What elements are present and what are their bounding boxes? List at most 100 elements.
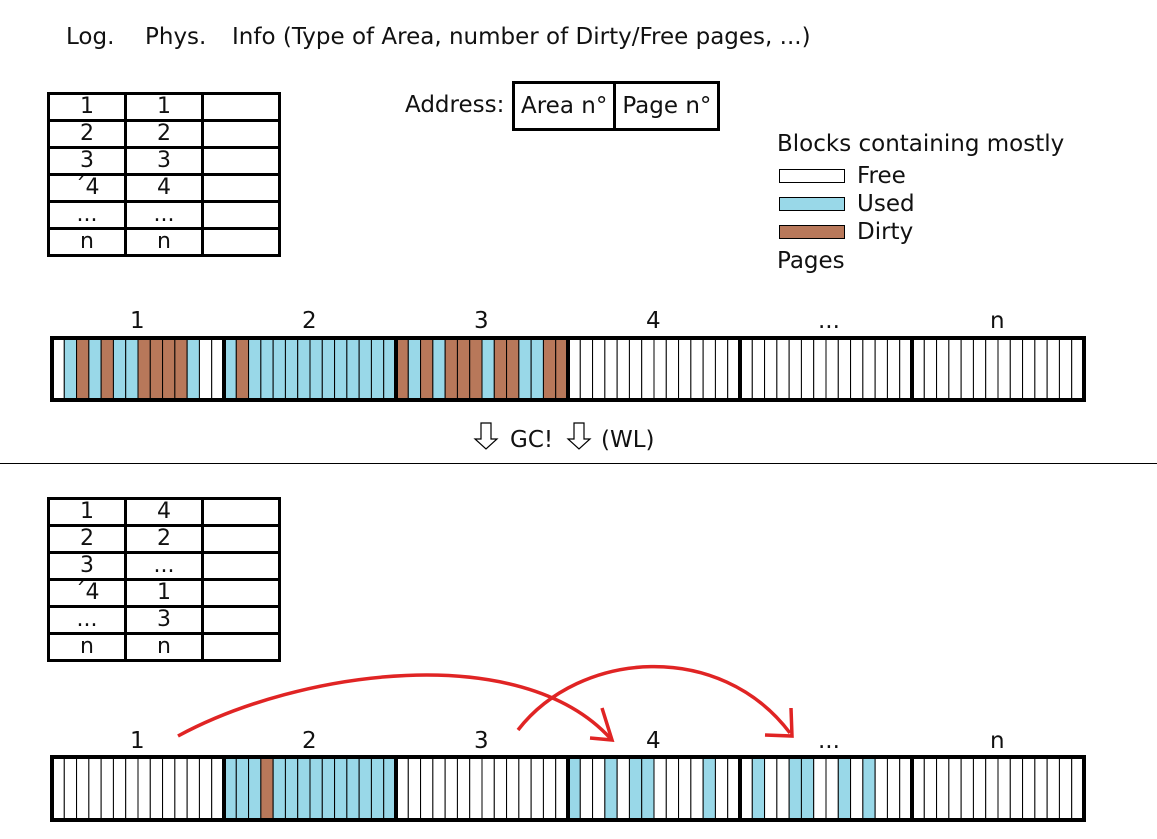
free-page (76, 756, 90, 821)
free-page (137, 756, 151, 821)
free-page (1034, 337, 1048, 401)
dirty-page (506, 337, 520, 401)
free-page (948, 337, 962, 401)
free-page (432, 756, 446, 821)
free-page (972, 756, 987, 821)
free-page (469, 756, 483, 821)
free-page (690, 756, 704, 821)
free-page (886, 756, 901, 821)
flash-block (222, 755, 398, 822)
free-page (420, 756, 434, 821)
used-page (358, 337, 372, 401)
used-page (63, 337, 78, 401)
free-page (850, 337, 864, 401)
used-page (88, 337, 102, 401)
free-page (850, 756, 864, 821)
free-page (641, 337, 655, 401)
free-page (690, 337, 704, 401)
free-page (1009, 756, 1024, 821)
dirty-page (444, 337, 458, 401)
free-page (1046, 756, 1060, 821)
free-page (936, 337, 950, 401)
flash-blocks (50, 336, 1086, 822)
used-page (862, 756, 876, 821)
free-page (653, 337, 667, 401)
free-page (886, 337, 901, 401)
free-page (518, 756, 532, 821)
free-page (874, 756, 888, 821)
used-page (235, 756, 250, 821)
free-page (186, 756, 200, 821)
free-page (862, 337, 876, 401)
free-page (764, 756, 778, 821)
flash-block (50, 755, 226, 822)
used-page (272, 337, 286, 401)
used-page (260, 337, 274, 401)
used-page (248, 337, 262, 401)
used-page (125, 337, 139, 401)
free-page (825, 756, 839, 821)
free-page (678, 756, 692, 821)
dirty-page (174, 337, 188, 401)
used-page (837, 756, 852, 821)
flash-block (394, 336, 570, 402)
used-page (334, 337, 348, 401)
free-page (923, 756, 938, 821)
free-page (936, 756, 950, 821)
used-page (518, 337, 532, 401)
free-page (198, 337, 213, 401)
dirty-page (420, 337, 434, 401)
used-page (641, 756, 655, 821)
used-page (370, 756, 385, 821)
free-page (800, 337, 815, 401)
used-page (788, 756, 802, 821)
free-page (88, 756, 102, 821)
free-page (714, 756, 729, 821)
dirty-page (542, 337, 557, 401)
dirty-page (235, 337, 250, 401)
used-page (800, 756, 815, 821)
dirty-page (260, 756, 274, 821)
free-page (825, 337, 839, 401)
used-page (248, 756, 262, 821)
used-page (628, 756, 643, 821)
used-page (530, 337, 544, 401)
used-page (751, 756, 766, 821)
free-page (776, 337, 790, 401)
free-page (788, 337, 802, 401)
dirty-page (493, 337, 508, 401)
free-page (948, 756, 962, 821)
free-page (702, 337, 716, 401)
free-page (579, 756, 594, 821)
flash-block (50, 336, 226, 402)
flash-block (910, 755, 1086, 822)
used-page (284, 756, 299, 821)
flash-block (910, 336, 1086, 402)
free-page (653, 756, 667, 821)
used-page (358, 756, 372, 821)
free-page (493, 756, 508, 821)
free-page (444, 756, 458, 821)
free-page (616, 337, 630, 401)
dirty-page (100, 337, 114, 401)
flash-block (394, 755, 570, 822)
used-page (432, 337, 446, 401)
free-page (665, 337, 680, 401)
used-page (346, 337, 360, 401)
free-page (960, 337, 974, 401)
free-page (678, 337, 692, 401)
free-page (616, 756, 630, 821)
free-page (1046, 337, 1060, 401)
free-page (1022, 337, 1036, 401)
free-page (1034, 756, 1048, 821)
used-page (346, 756, 360, 821)
flash-block (738, 336, 914, 402)
dirty-page (162, 337, 176, 401)
dirty-page (469, 337, 483, 401)
used-page (321, 756, 336, 821)
used-page (112, 337, 127, 401)
dirty-page (76, 337, 90, 401)
free-page (530, 756, 544, 821)
free-page (751, 337, 766, 401)
free-page (985, 756, 999, 821)
